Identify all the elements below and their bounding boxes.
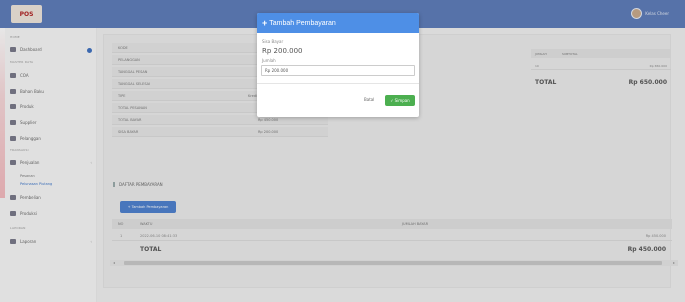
- modal-title: Tambah Pembayaran: [269, 19, 336, 27]
- jumlah-label: Jumlah: [262, 58, 276, 63]
- cancel-button[interactable]: Batal: [364, 97, 374, 102]
- check-icon: ✓: [390, 98, 394, 103]
- jumlah-input-value: Rp 200.000: [265, 68, 289, 73]
- sisa-bayar-label: Sisa Bayar: [262, 39, 284, 44]
- divider: [257, 83, 419, 84]
- modal-header: + Tambah Pembayaran: [257, 13, 419, 33]
- add-payment-modal: + Tambah Pembayaran Sisa Bayar Rp 200.00…: [257, 13, 419, 117]
- save-button-label: Simpan: [394, 98, 410, 103]
- jumlah-input[interactable]: Rp 200.000: [261, 65, 415, 76]
- save-button[interactable]: ✓ Simpan: [385, 95, 415, 106]
- sisa-bayar-value: Rp 200.000: [262, 47, 303, 55]
- plus-icon: +: [262, 17, 268, 28]
